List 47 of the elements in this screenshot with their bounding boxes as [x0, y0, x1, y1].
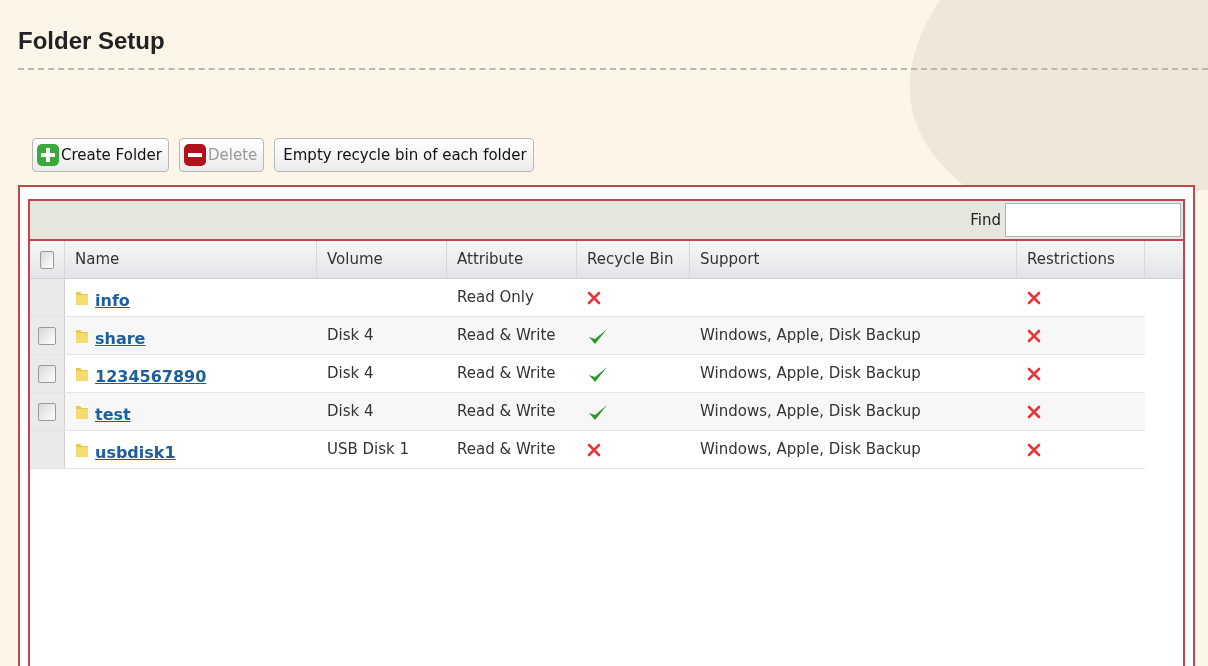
empty-recycle-bin-button[interactable]: Empty recycle bin of each folder: [274, 138, 534, 172]
folder-link[interactable]: test: [95, 402, 131, 427]
attribute-text: Read & Write: [457, 439, 556, 461]
folder-link[interactable]: share: [95, 326, 146, 351]
folder-icon: [75, 441, 89, 458]
column-header[interactable]: Name: [75, 248, 120, 271]
find-label: Find: [970, 209, 1001, 231]
restriction-cross-icon: [1027, 404, 1041, 419]
column-header[interactable]: Attribute: [457, 248, 524, 271]
folder-link[interactable]: 1234567890: [95, 364, 207, 389]
recycle-bin-cross-icon: [587, 442, 601, 457]
recycle-bin-cross-icon: [587, 290, 601, 305]
folder-link[interactable]: info: [95, 288, 130, 313]
column-header[interactable]: Volume: [327, 248, 383, 271]
column-header[interactable]: Restrictions: [1027, 248, 1115, 271]
folder-icon: [75, 289, 89, 306]
create-folder-button[interactable]: Create Folder: [32, 138, 169, 172]
attribute-text: Read & Write: [457, 363, 556, 385]
page-title: Folder Setup: [18, 26, 166, 56]
restriction-cross-icon: [1027, 290, 1041, 305]
support-text: Windows, Apple, Disk Backup: [700, 401, 921, 423]
volume-text: USB Disk 1: [327, 439, 410, 461]
checkbox[interactable]: [40, 250, 54, 269]
checkbox[interactable]: [38, 402, 56, 421]
folder-icon: [75, 327, 89, 344]
folder-link[interactable]: usbdisk1: [95, 440, 176, 465]
restriction-cross-icon: [1027, 442, 1041, 457]
restriction-cross-icon: [1027, 366, 1041, 381]
minus-icon: [183, 144, 206, 166]
restriction-cross-icon: [1027, 328, 1041, 343]
folder-icon: [75, 403, 89, 420]
volume-text: Disk 4: [327, 401, 374, 423]
volume-text: Disk 4: [327, 363, 374, 385]
column-header[interactable]: Support: [700, 248, 760, 271]
attribute-text: Read Only: [457, 287, 534, 309]
checkbox[interactable]: [38, 364, 56, 383]
plus-icon: [37, 144, 59, 166]
checkbox[interactable]: [38, 326, 56, 345]
folder-icon: [75, 365, 89, 382]
support-text: Windows, Apple, Disk Backup: [700, 325, 921, 347]
support-text: Windows, Apple, Disk Backup: [700, 363, 921, 385]
column-header[interactable]: Recycle Bin: [587, 248, 674, 271]
find-field[interactable]: [1005, 203, 1181, 237]
attribute-text: Read & Write: [457, 401, 556, 423]
support-text: Windows, Apple, Disk Backup: [700, 439, 921, 461]
attribute-text: Read & Write: [457, 325, 556, 347]
volume-text: Disk 4: [327, 325, 374, 347]
